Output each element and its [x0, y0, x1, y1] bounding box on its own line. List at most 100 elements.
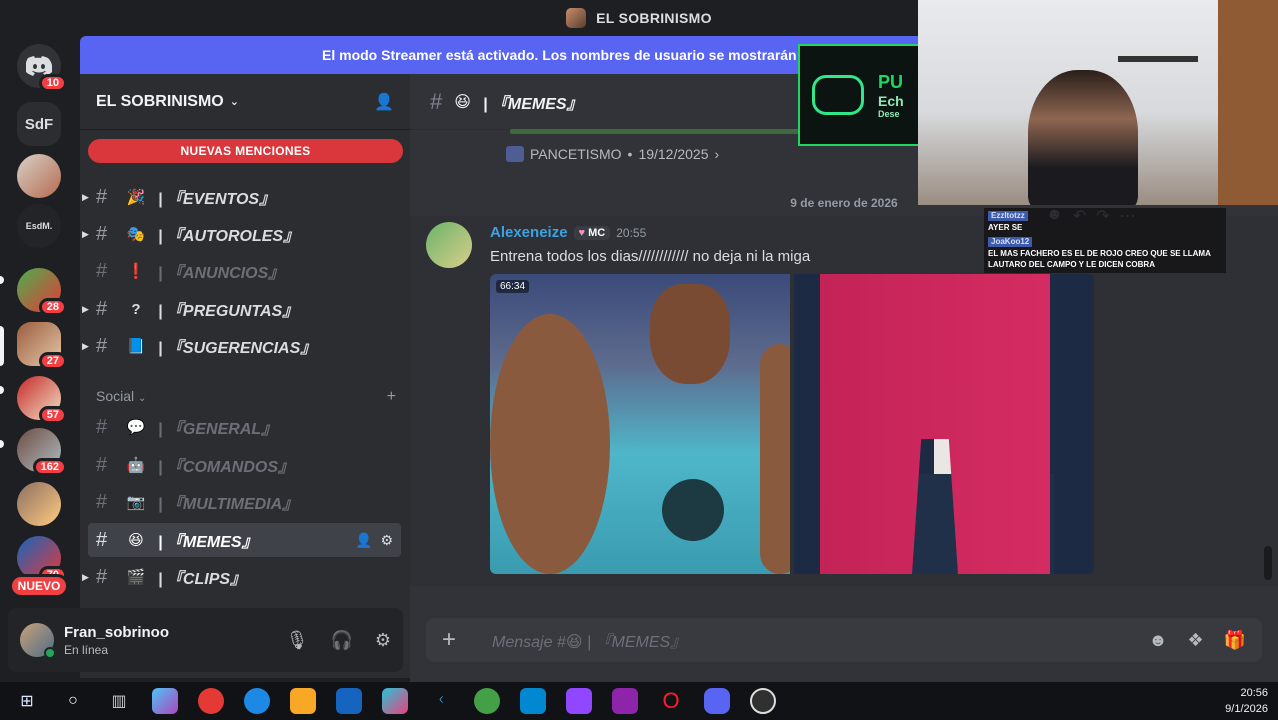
opera-icon[interactable]: O — [658, 688, 684, 714]
headphones-icon[interactable]: 🎧 — [330, 630, 352, 651]
apps-icon[interactable]: ❖ — [1187, 630, 1203, 651]
server-header[interactable]: EL SOBRINISMO ⌄ 👤 — [80, 74, 410, 130]
online-status-icon — [44, 647, 56, 659]
chrome-icon[interactable] — [198, 688, 224, 714]
channel-name: | 『COMANDOS』 — [158, 459, 295, 476]
task-view-icon[interactable]: ▥ — [106, 688, 132, 714]
server-avatar[interactable]: 57 — [17, 376, 67, 424]
discord-icon[interactable] — [704, 688, 730, 714]
hash-icon: # — [96, 185, 108, 208]
stream-overlay-logo: PU Ech Dese — [798, 44, 920, 146]
channel-name: | 『MEMES』 — [158, 534, 258, 551]
video-timestamp: 66:34 — [496, 280, 530, 293]
gear-icon[interactable]: ⚙ — [380, 532, 393, 549]
channel-preguntas[interactable]: ▶ # ? | 『PREGUNTAS』 — [82, 292, 401, 326]
channel-emoji: 🎭 — [126, 226, 146, 243]
server-avatar[interactable]: 28 — [17, 268, 67, 316]
server-avatar-selected[interactable]: 27 — [17, 322, 67, 370]
edge-icon[interactable] — [244, 688, 270, 714]
unread-badge: 10 — [38, 74, 67, 92]
embed-accent — [510, 129, 810, 134]
attachment-image[interactable] — [794, 274, 1094, 574]
hash-icon: # — [96, 222, 108, 245]
channel-name: | 『GENERAL』 — [158, 421, 278, 438]
thread-link[interactable]: PANCETISMO • 19/12/2025 › — [506, 146, 719, 162]
server-avatar[interactable]: 162 — [17, 428, 67, 476]
new-mentions-pill[interactable]: NUEVAS MENCIONES — [88, 139, 403, 163]
channel-general[interactable]: # 💬 | 『GENERAL』 — [88, 410, 401, 444]
channel-comandos[interactable]: # 🤖 | 『COMANDOS』 — [88, 448, 401, 482]
new-servers-pill[interactable]: NUEVO — [9, 574, 69, 598]
unread-arrow-icon: ▶ — [82, 228, 89, 239]
server-name: EL SOBRINISMO — [96, 92, 224, 110]
selected-indicator — [0, 326, 4, 366]
store-icon[interactable] — [520, 688, 546, 714]
message-input[interactable]: Mensaje #😆 | 『MEMES』 — [492, 628, 1148, 652]
windows-start-icon[interactable]: ⊞ — [14, 688, 40, 714]
add-channel-icon[interactable]: + — [387, 388, 396, 406]
attachment-image[interactable]: 66:34 — [490, 274, 790, 574]
channel-clips[interactable]: ▶ # 🎬 | 『CLIPS』 — [82, 560, 401, 594]
emoji-icon[interactable]: ☻ — [1148, 630, 1167, 651]
channel-eventos[interactable]: ▶ # 🎉 | 『EVENTOS』 — [82, 180, 401, 214]
channel-emoji: 📷 — [126, 494, 146, 511]
server-label: EsdM. — [25, 221, 53, 231]
channel-emoji: 📘 — [126, 338, 146, 355]
username[interactable]: Fran_sobrinoo — [64, 624, 286, 641]
channel-multimedia[interactable]: # 📷 | 『MULTIMEDIA』 — [88, 485, 401, 519]
hash-icon: # — [96, 528, 108, 551]
chat-line: Ezzltotzz AYER SE — [988, 211, 1222, 234]
copilot-icon[interactable] — [152, 688, 178, 714]
chevron-right-icon: › — [714, 146, 720, 162]
server-avatar[interactable] — [17, 482, 61, 526]
search-icon[interactable]: ○ — [60, 688, 86, 714]
add-attachment-icon[interactable]: + — [442, 626, 472, 654]
copilot-app-icon[interactable] — [382, 688, 408, 714]
invite-people-icon[interactable]: 👤 — [374, 92, 394, 112]
gear-icon[interactable]: ⚙ — [375, 630, 391, 651]
message-composer[interactable]: + Mensaje #😆 | 『MEMES』 ☻ ❖ 🎁 — [426, 618, 1262, 662]
stream-chat-overlay: Ezzltotzz AYER SE JoaKoo12 EL MAS FACHER… — [984, 208, 1226, 273]
twitch-icon[interactable] — [566, 688, 592, 714]
avatar[interactable] — [20, 623, 56, 659]
channel-name: | 『CLIPS』 — [158, 571, 247, 588]
chat-text: AYER SE — [988, 223, 1023, 233]
channel-name: | 『SUGERENCIAS』 — [158, 340, 317, 357]
channel-anuncios[interactable]: # ❗ | 『ANUNCIOS』 — [88, 254, 401, 288]
microphone-icon[interactable]: 🎙 — [286, 630, 309, 651]
obs-icon[interactable] — [750, 688, 776, 714]
message-author[interactable]: Alexeneize — [490, 224, 568, 241]
server-edm[interactable]: EsdM. — [17, 204, 61, 248]
scrollbar[interactable] — [1264, 546, 1272, 580]
channel-memes[interactable]: # 😆 | 『MEMES』 👤 ⚙ — [88, 523, 401, 557]
channel-sugerencias[interactable]: ▶ # 📘 | 『SUGERENCIAS』 — [82, 329, 401, 363]
channel-name: | 『PREGUNTAS』 — [158, 303, 299, 320]
avatar[interactable] — [426, 222, 472, 268]
channel-emoji: 🎬 — [126, 569, 146, 586]
discord-logo-icon — [26, 56, 52, 76]
channel-emoji: ❗ — [126, 263, 146, 280]
message-text: Entrena todos los dias//////////// no de… — [490, 248, 811, 265]
unread-indicator — [0, 276, 4, 284]
hash-icon: # — [430, 88, 443, 114]
discord-home-icon[interactable]: 10 — [17, 44, 67, 92]
chat-user: Ezzltotzz — [988, 211, 1028, 222]
channel-autoroles[interactable]: ▶ # 🎭 | 『AUTOROLES』 — [82, 217, 401, 251]
chrome-icon[interactable] — [474, 688, 500, 714]
outlook-icon[interactable] — [336, 688, 362, 714]
chat-user: JoaKoo12 — [988, 236, 1033, 248]
winrar-icon[interactable] — [612, 688, 638, 714]
hash-icon: # — [96, 565, 108, 588]
server-avatar[interactable] — [17, 154, 61, 198]
server-sdf[interactable]: SdF — [17, 102, 61, 146]
file-explorer-icon[interactable] — [290, 688, 316, 714]
system-clock[interactable]: 20:56 9/1/2026 — [1225, 685, 1268, 717]
channel-sidebar: EL SOBRINISMO ⌄ 👤 NUEVAS MENCIONES ▶ # 🎉… — [80, 74, 410, 678]
chat-text: EL MAS FACHERO ES EL DE ROJO CREO QUE SE… — [988, 249, 1211, 269]
category-social[interactable]: Social ⌄ + — [96, 388, 396, 406]
invite-icon[interactable]: 👤 — [355, 532, 372, 549]
app-icon[interactable]: ᚲ — [428, 688, 454, 714]
thread-name: PANCETISMO — [530, 146, 622, 162]
channel-emoji: 🎉 — [126, 189, 146, 206]
gift-icon[interactable]: 🎁 — [1224, 630, 1246, 651]
